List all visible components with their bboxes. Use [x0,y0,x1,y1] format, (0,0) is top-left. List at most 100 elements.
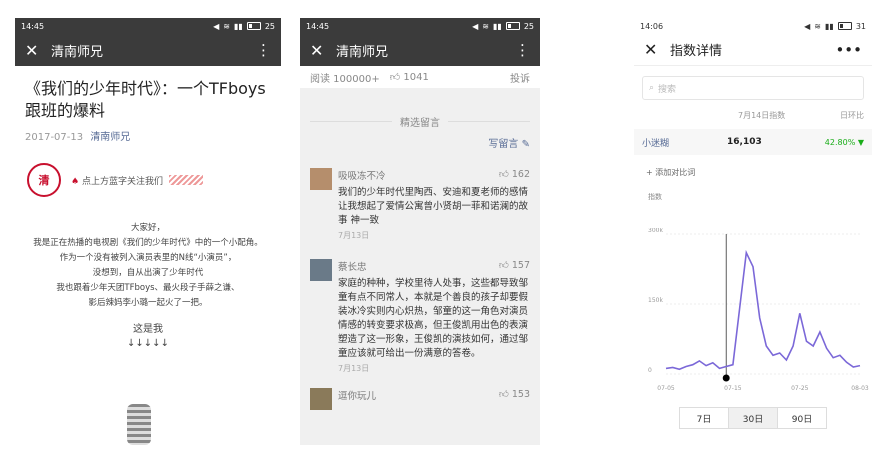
article-title: 《我们的少年时代》：一个TFboys跟班的爆料 [25,79,266,120]
selected-comments-header: 精选留言 [310,114,530,129]
pin-icon: ♠ [71,176,80,187]
comment-date: 7月13日 [338,364,370,373]
wifi-icon: ≋ [482,21,489,31]
header-title: 清南师兄 [51,44,104,60]
follow-banner: 清 ♠ 点上方蓝字关注我们 [27,163,269,197]
this-is-me: 这是我 ↓↓↓↓↓ [15,323,281,351]
down-arrows: ↓↓↓↓↓ [127,338,169,349]
article-stats: 阅读 100000+ 👍︎ 1041 投诉 [300,66,540,88]
account-logo: 清 [27,163,61,197]
more-icon[interactable]: ⋮ [256,41,271,59]
account-link[interactable]: 清南师兄 [90,132,130,143]
signal-icon: ▮▮ [234,21,243,31]
chart-ylabel: 指数 [648,193,662,201]
thumb-up-icon: 👍︎ [498,260,509,271]
status-bar: 14:45 ◀ ≋ ▮▮ 25 [15,18,281,34]
battery-icon [505,22,520,30]
y-tick-label: 0 [648,367,652,374]
search-input[interactable]: ⌕ 搜索 [642,76,864,100]
x-tick-label: 07-15 [724,385,742,392]
keyword-value: 16,103 [727,137,762,147]
battery-level: 31 [855,21,866,31]
report-link[interactable]: 投诉 [510,70,530,85]
wifi-icon: ≋ [814,21,821,31]
body-line: 大家好， [130,223,165,233]
period-selector: 7日 30日 90日 [679,407,827,429]
signal-icon: ▮▮ [493,21,502,31]
this-is-me-text: 这是我 [133,324,163,335]
volume-icon: ◀ [804,21,811,31]
banner-decoration [168,175,203,185]
comment-item: 蔡长忠 👍︎ 157 家庭的种种，学校里待人处事，这些都导致邹童有点不同常人，本… [310,259,530,374]
comment-like-button[interactable]: 👍︎ 157 [499,259,530,273]
comment-author: 蔡长忠 [338,262,367,273]
thumb-up-icon: 👍︎ [498,169,509,180]
body-line: 没想到，自从出演了少年时代 [92,268,204,278]
read-count: 阅读 100000+ [310,73,380,85]
write-comment-label: 写留言 [488,139,519,150]
column-header: 7月14日指数 日环比 [642,110,864,121]
comment-author: 吸吸冻不冷 [338,171,386,182]
battery-level: 25 [523,21,534,31]
close-icon[interactable]: ✕ [25,41,51,60]
period-7d[interactable]: 7日 [680,408,729,428]
comment-date: 7月13日 [338,231,370,240]
period-30d[interactable]: 30日 [729,408,778,428]
keyword-name: 小迷糊 [642,138,670,149]
like-button[interactable]: 👍︎ 1041 [390,71,429,83]
status-bar: 14:45 ◀ ≋ ▮▮ 25 [300,18,540,34]
body-line: 我是正在热播的电视剧《我们的少年时代》中的一个小配角。 [33,238,263,248]
volume-icon: ◀ [213,21,220,31]
more-icon[interactable]: ⋮ [515,41,530,59]
comments-phone: 14:45 ◀ ≋ ▮▮ 25 ✕ 清南师兄 ⋮ 阅读 100000+ 👍︎ 1… [300,18,540,445]
period-90d[interactable]: 90日 [778,408,826,428]
index-chart[interactable]: 300k 150k 0 07-05 07-15 07-25 08-03 [634,228,872,403]
y-tick-label: 300k [648,228,663,234]
battery-level: 25 [264,21,275,31]
chart-cursor-dot[interactable] [722,374,730,382]
comment-like-count: 157 [511,260,530,271]
comment-text: 家庭的种种，学校里待人处事，这些都导致邹童有点不同常人，本就是个善良的孩子却要假… [338,278,529,359]
battery-icon [837,22,852,30]
follow-text: ♠ 点上方蓝字关注我们 [71,174,163,187]
x-tick-label: 07-05 [657,385,675,392]
write-comment-button[interactable]: 写留言 ✎ [300,135,530,150]
comment-like-button[interactable]: 👍︎ 162 [499,168,530,182]
article-date: 2017-07-13 [25,132,84,143]
index-phone: 14:06 ◀ ≋ ▮▮ 31 ✕ 指数详情 ••• ⌕ 搜索 7月14日指数 … [634,18,872,445]
status-bar: 14:06 ◀ ≋ ▮▮ 31 [634,18,872,34]
add-compare-button[interactable]: + 添加对比词 [646,167,872,178]
article-body: 大家好， 我是正在热播的电视剧《我们的少年时代》中的一个小配角。 作为一个没有被… [21,221,275,311]
wifi-icon: ≋ [223,21,230,31]
more-icon[interactable]: ••• [835,41,862,59]
pencil-icon: ✎ [521,139,530,150]
status-time: 14:06 [640,21,664,31]
header-title: 清南师兄 [336,44,389,60]
comment-text: 我们的少年时代里陶西、安迪和夏老师的感情让我想起了爱情公寓曾小贤胡一菲和诺澜的故… [338,187,529,226]
index-series-line [665,249,861,371]
close-icon[interactable]: ✕ [310,41,336,60]
avatar[interactable] [310,259,332,281]
status-time: 14:45 [21,21,45,31]
divider [448,121,530,122]
thumb-up-icon: 👍︎ [498,389,509,400]
header: ✕ 清南师兄 ⋮ [15,34,281,66]
thumb-up-icon: 👍︎ [389,72,401,83]
article-image [127,404,151,445]
close-icon[interactable]: ✕ [644,40,670,59]
follow-label: 点上方蓝字关注我们 [81,176,163,187]
comment-item: 吸吸冻不冷 👍︎ 162 我们的少年时代里陶西、安迪和夏老师的感情让我想起了爱情… [310,168,530,241]
x-tick-label: 07-25 [791,385,809,392]
avatar[interactable] [310,168,332,190]
comment-author: 逗你玩儿 [338,391,377,402]
comment-like-button[interactable]: 👍︎ 153 [499,388,530,402]
volume-icon: ◀ [472,21,479,31]
comment-like-count: 153 [511,389,530,400]
search-icon: ⌕ [649,83,655,93]
header: ✕ 指数详情 ••• [634,34,872,66]
divider [310,121,392,122]
col-date-label: 7月14日指数 [738,111,786,120]
avatar[interactable] [310,388,332,410]
keyword-row[interactable]: 小迷糊 16,103 42.80% ▼ [634,129,872,155]
x-tick-label: 08-03 [851,385,869,392]
